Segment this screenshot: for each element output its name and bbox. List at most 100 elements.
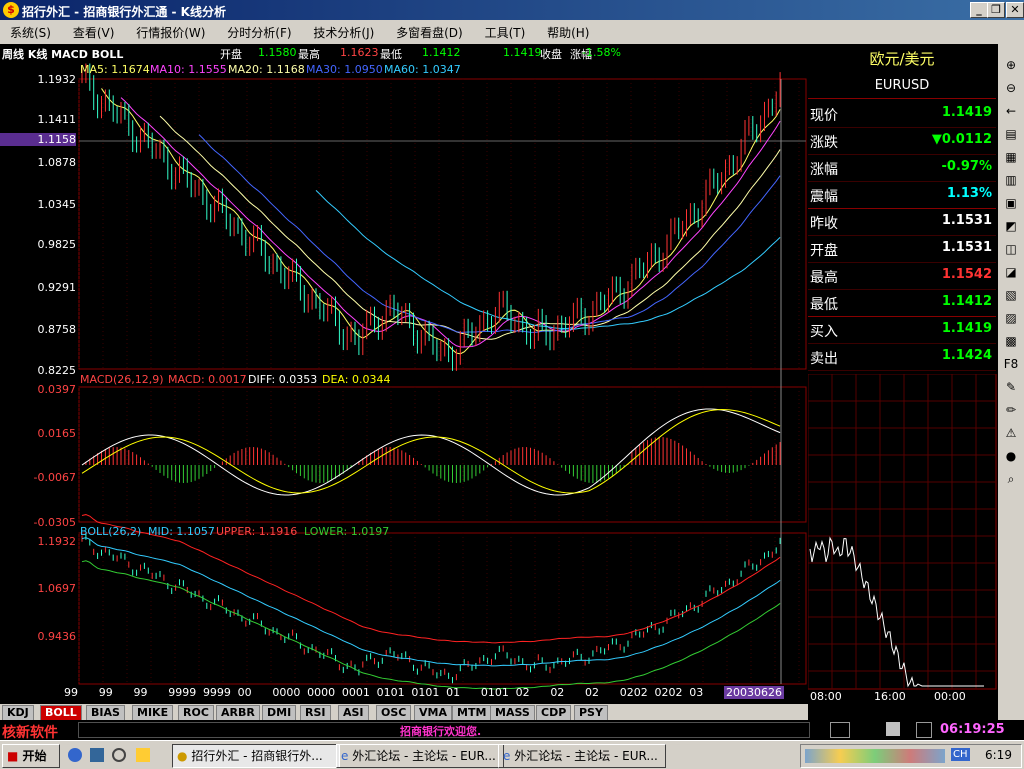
tab-arbr[interactable]: ARBR — [216, 705, 260, 721]
time-tick: 00:00 — [934, 690, 966, 703]
high-value: 1.1623 — [340, 46, 379, 59]
chart-area[interactable]: 周线 K线 MACD BOLL 开盘 1.1580 最高 1.1623 最低 1… — [0, 44, 808, 704]
lang-indicator[interactable]: CH — [951, 748, 970, 761]
high-label: 最高 — [298, 48, 320, 61]
ma60-line — [315, 190, 781, 330]
menu-quotes[interactable]: 行情报价(W) — [126, 24, 213, 41]
warning-icon[interactable]: ⚠ — [1001, 424, 1021, 442]
dea-line — [81, 409, 781, 494]
arrow-left-icon[interactable]: ← — [1001, 102, 1021, 120]
price-tick: 1.1411 — [37, 113, 77, 126]
tab-cdp[interactable]: CDP — [536, 705, 572, 721]
ma60-label: MA60: 1.0347 — [384, 63, 461, 76]
candles-icon[interactable]: ▨ — [1001, 309, 1021, 327]
task-forum[interactable]: e 外汇论坛 - 主论坛 - EUR... — [336, 744, 504, 768]
tab-osc[interactable]: OSC — [376, 705, 412, 721]
x-tick: 0101 — [480, 686, 509, 699]
circle-icon[interactable]: ● — [1001, 447, 1021, 465]
note-icon[interactable]: ▩ — [1001, 332, 1021, 350]
tab-vma[interactable]: VMA — [414, 705, 452, 721]
zoom-in-icon[interactable]: ⊕ — [1001, 56, 1021, 74]
task-app[interactable]: ● 招行外汇 - 招商银行外... — [172, 744, 340, 768]
x-tick: 02 — [585, 686, 600, 699]
price-tick: 1.1932 — [37, 73, 77, 86]
menu-technical[interactable]: 技术分析(J) — [303, 24, 382, 41]
quote-row: 涨跌 ▼0.0112 — [808, 127, 996, 155]
ie-page-icon: e — [341, 749, 349, 763]
monitor-icon[interactable] — [830, 722, 850, 738]
report-icon[interactable]: ▤ — [1001, 125, 1021, 143]
quote-key: 买入 — [810, 324, 838, 340]
f8-icon[interactable]: F8 — [1001, 355, 1021, 373]
quote-key: 涨幅 — [810, 162, 838, 178]
zoom-out-icon[interactable]: ⊖ — [1001, 79, 1021, 97]
pair-name: 欧元/美元 — [869, 50, 935, 68]
bar-2-icon[interactable]: ◪ — [1001, 263, 1021, 281]
x-tick: 03 — [689, 686, 704, 699]
outlook-icon[interactable] — [136, 748, 150, 762]
table-icon[interactable]: ▧ — [1001, 286, 1021, 304]
calculator-icon[interactable] — [886, 722, 900, 736]
menu-multiwindow[interactable]: 多窗看盘(D) — [386, 24, 471, 41]
timezone-icon[interactable] — [916, 722, 932, 738]
low-value: 1.1412 — [422, 46, 461, 59]
x-tick: 0202 — [654, 686, 683, 699]
restore-button[interactable]: ❐ — [987, 2, 1005, 18]
macd-tick: -0.0305 — [33, 516, 76, 529]
start-button[interactable]: ■ 开始 — [2, 744, 60, 768]
macd-value: MACD: 0.0017 — [168, 373, 247, 386]
task-forum-2[interactable]: e 外汇论坛 - 主论坛 - EUR... — [498, 744, 666, 768]
menu-intraday[interactable]: 分时分析(F) — [217, 24, 299, 41]
chart-icon[interactable]: ▣ — [1001, 194, 1021, 212]
tab-kdj[interactable]: KDJ — [2, 705, 34, 721]
x-axis: 99 99 99 9999 9999 00 0000 0000 0001 0101 0101 01 01… — [64, 686, 784, 702]
desktop-icon[interactable] — [90, 748, 104, 762]
minimize-button[interactable]: _ — [970, 2, 988, 18]
search-icon[interactable]: ⌕ — [1001, 470, 1021, 488]
quote-row: 涨幅 -0.97% — [808, 154, 996, 182]
tray-icons[interactable] — [805, 749, 945, 763]
boll-upper: UPPER: 1.1916 — [216, 525, 298, 538]
quote-row: 最低 1.1412 — [808, 289, 996, 317]
chart-2-icon[interactable]: ◩ — [1001, 217, 1021, 235]
menu-system[interactable]: 系统(S) — [0, 24, 59, 41]
brand-label: 核新软件 — [2, 725, 58, 741]
boll-title: BOLL(26,2) — [80, 525, 142, 538]
intraday-chart[interactable] — [808, 374, 998, 694]
tab-mass[interactable]: MASS — [490, 705, 535, 721]
tab-dmi[interactable]: DMI — [262, 705, 297, 721]
menu-tools[interactable]: 工具(T) — [475, 24, 534, 41]
x-tick: 99 — [64, 686, 78, 699]
price-tick: 0.8225 — [37, 364, 77, 377]
tab-boll[interactable]: BOLL — [40, 705, 82, 721]
period-label: 周线 K线 MACD BOLL — [2, 48, 124, 61]
tab-psy[interactable]: PSY — [574, 705, 608, 721]
close-button[interactable]: ✕ — [1006, 2, 1024, 18]
ie-icon[interactable] — [68, 748, 82, 762]
quote-key: 涨跌 — [810, 135, 838, 151]
menu-help[interactable]: 帮助(H) — [537, 24, 597, 41]
pen-icon[interactable]: ✏ — [1001, 401, 1021, 419]
list-icon[interactable]: ▦ — [1001, 148, 1021, 166]
start-label: 开始 — [22, 749, 47, 763]
brush-icon[interactable]: ✎ — [1001, 378, 1021, 396]
quote-row: 昨收 1.1531 — [808, 208, 996, 236]
x-tick: 0000 — [307, 686, 336, 699]
x-tick: 01 — [446, 686, 461, 699]
quote-value: -0.97% — [941, 159, 993, 174]
change-value: -1.58% — [582, 46, 621, 59]
search-icon[interactable] — [112, 748, 126, 762]
tab-mike[interactable]: MIKE — [132, 705, 174, 721]
task-label: 招行外汇 - 招商银行外... — [191, 749, 323, 763]
menu-view[interactable]: 查看(V) — [63, 24, 123, 41]
boll-tick: 1.1932 — [37, 535, 77, 548]
tab-bias[interactable]: BIAS — [86, 705, 125, 721]
tab-mtm[interactable]: MTM — [452, 705, 492, 721]
tab-rsi[interactable]: RSI — [300, 705, 331, 721]
tab-roc[interactable]: ROC — [178, 705, 214, 721]
ma30-line — [198, 134, 781, 333]
grid-icon[interactable]: ▥ — [1001, 171, 1021, 189]
bar-icon[interactable]: ◫ — [1001, 240, 1021, 258]
tab-asi[interactable]: ASI — [338, 705, 369, 721]
boll-tick: 1.0697 — [37, 582, 77, 595]
